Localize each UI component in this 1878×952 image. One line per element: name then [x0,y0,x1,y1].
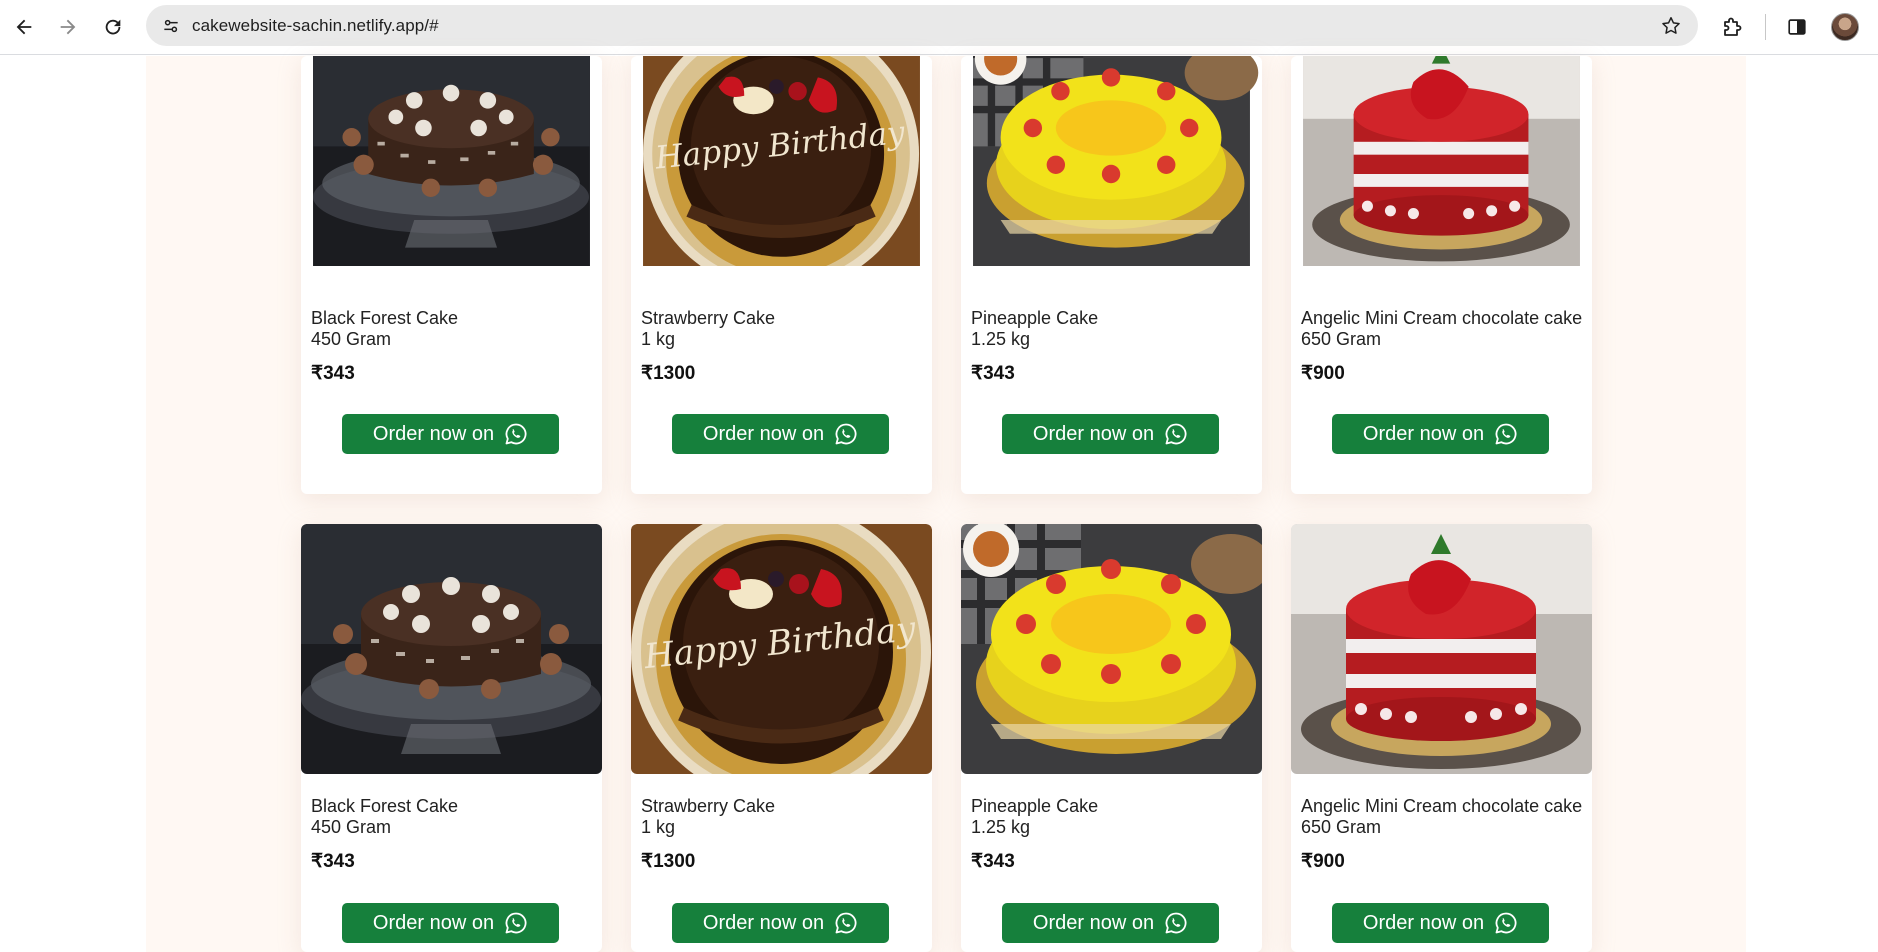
product-weight: 1 kg [641,817,676,837]
cake-image [961,56,1262,286]
product-card-black-forest: Black Forest Cake 450 Gram ₹343 Order no… [301,524,602,952]
product-card-angelic-mini: Angelic Mini Cream chocolate cake 650 Gr… [1291,524,1592,952]
cake-image [961,524,1262,774]
extensions-button[interactable] [1716,11,1748,43]
product-card-strawberry: Strawberry Cake 1 kg ₹1300 Order now on [631,524,932,952]
product-price: ₹900 [1301,851,1345,872]
product-card-black-forest: Black Forest Cake 450 Gram ₹343 Order no… [301,56,602,494]
reload-icon [105,19,121,35]
puzzle-icon [1724,17,1742,36]
order-button-label: Order now on [1032,422,1155,445]
arrow-left-icon [16,19,32,35]
product-name: Strawberry Cake [641,796,776,816]
product-price: ₹1300 [641,851,696,872]
order-button-label: Order now on [372,911,495,934]
cake-image [1291,56,1592,286]
cake-image [631,524,932,774]
product-name: Black Forest Cake [311,308,459,328]
product-name: Strawberry Cake [641,308,776,328]
product-weight: 1 kg [641,329,676,349]
order-whatsapp-button[interactable]: Order now on [1002,903,1219,943]
order-whatsapp-button[interactable]: Order now on [1332,414,1549,454]
order-button-label: Order now on [1032,911,1155,934]
toolbar-divider [1765,14,1766,40]
product-weight: 650 Gram [1301,329,1382,349]
whatsapp-icon [1494,911,1518,935]
product-price: ₹343 [971,363,1015,384]
product-card-angelic-mini: Angelic Mini Cream chocolate cake 650 Gr… [1291,56,1592,494]
product-card-pineapple: Pineapple Cake 1.25 kg ₹343 Order now on [961,56,1262,494]
order-whatsapp-button[interactable]: Order now on [1332,903,1549,943]
whatsapp-icon [1164,422,1188,446]
order-button-label: Order now on [372,422,495,445]
whatsapp-icon [834,422,858,446]
product-weight: 450 Gram [311,817,392,837]
star-icon [1662,17,1680,34]
product-card-strawberry: Strawberry Cake 1 kg ₹1300 Order now on [631,56,932,494]
product-name: Angelic Mini Cream chocolate cake [1301,308,1583,328]
product-weight: 1.25 kg [971,817,1031,837]
cake-image [301,56,602,286]
order-button-label: Order now on [1362,422,1485,445]
whatsapp-icon [1494,422,1518,446]
cake-image [301,524,602,774]
product-name: Pineapple Cake [971,796,1099,816]
order-button-label: Order now on [702,422,825,445]
product-name: Black Forest Cake [311,796,459,816]
product-weight: 650 Gram [1301,817,1382,837]
side-panel-button[interactable] [1781,11,1813,43]
order-button-label: Order now on [1362,911,1485,934]
product-name: Pineapple Cake [971,308,1099,328]
side-panel-icon [1788,19,1806,35]
order-whatsapp-button[interactable]: Order now on [672,414,889,454]
order-whatsapp-button[interactable]: Order now on [1002,414,1219,454]
browser-toolbar: cakewebsite-sachin.netlify.app/# [0,0,1878,55]
whatsapp-icon [834,911,858,935]
back-button[interactable] [8,11,40,43]
order-whatsapp-button[interactable]: Order now on [342,903,559,943]
order-whatsapp-button[interactable]: Order now on [342,414,559,454]
site-info-button[interactable] [156,11,186,41]
cake-image [631,56,932,286]
product-price: ₹343 [311,851,355,872]
whatsapp-icon [504,911,528,935]
whatsapp-icon [1164,911,1188,935]
product-weight: 1.25 kg [971,329,1031,349]
cake-image [1291,524,1592,774]
whatsapp-icon [504,422,528,446]
profile-avatar[interactable] [1831,13,1859,41]
product-price: ₹343 [311,363,355,384]
product-card-pineapple: Pineapple Cake 1.25 kg ₹343 Order now on [961,524,1262,952]
order-button-label: Order now on [702,911,825,934]
arrow-right-icon [60,19,76,35]
product-price: ₹343 [971,851,1015,872]
order-whatsapp-button[interactable]: Order now on [672,903,889,943]
bookmark-button[interactable] [1658,13,1684,39]
reload-button[interactable] [97,11,129,43]
address-bar[interactable]: cakewebsite-sachin.netlify.app/# [146,5,1698,46]
url-text[interactable]: cakewebsite-sachin.netlify.app/# [192,16,439,36]
product-name: Angelic Mini Cream chocolate cake [1301,796,1583,816]
forward-button[interactable] [52,11,84,43]
product-weight: 450 Gram [311,329,392,349]
product-price: ₹900 [1301,363,1345,384]
tune-icon [164,19,178,33]
product-price: ₹1300 [641,363,696,384]
